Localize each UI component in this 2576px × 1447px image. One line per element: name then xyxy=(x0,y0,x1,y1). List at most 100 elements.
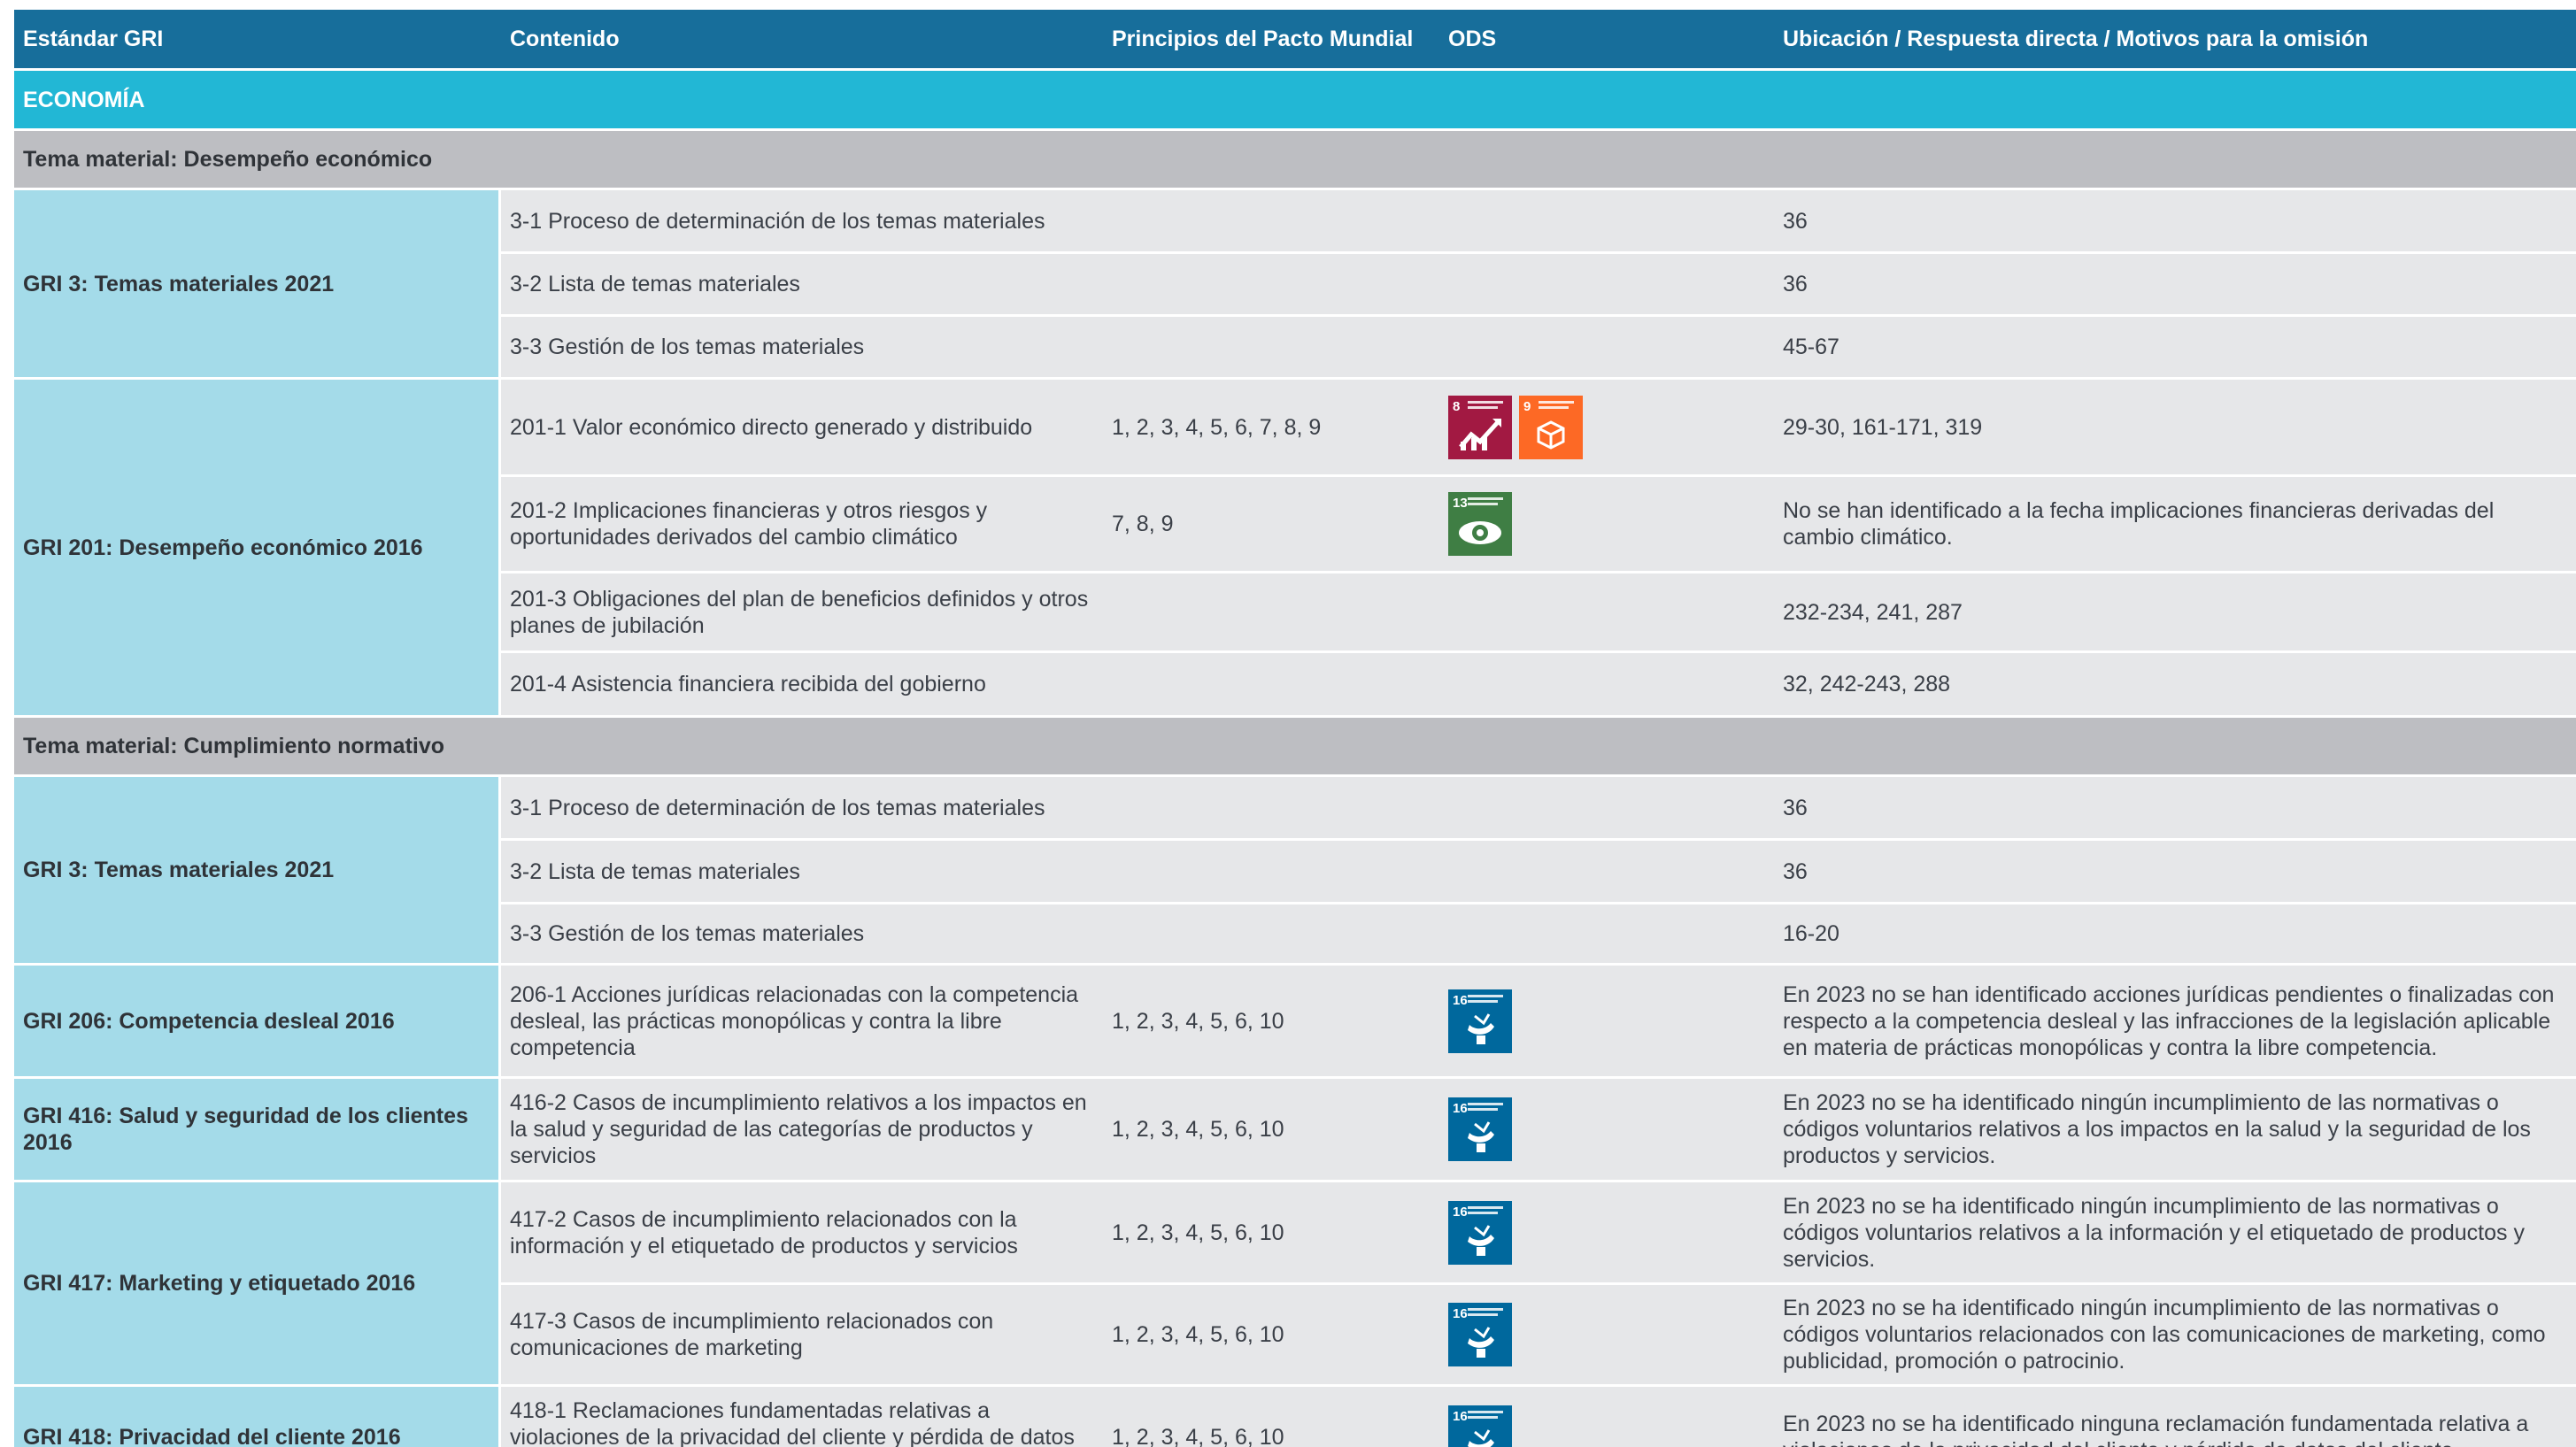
principles-cell: 1, 2, 3, 4, 5, 6, 10 xyxy=(1103,1182,1439,1285)
sdg-icons: 89 xyxy=(1448,395,1765,459)
location-response-cell: 36 xyxy=(1774,254,2576,317)
principles-cell xyxy=(1103,317,1439,380)
content-cell: 206-1 Acciones jurídicas relacionadas co… xyxy=(501,966,1103,1079)
content-cell: 201-3 Obligaciones del plan de beneficio… xyxy=(501,573,1103,653)
sdg-cell xyxy=(1439,573,1774,653)
sdg-16-icon: 16 xyxy=(1448,989,1512,1053)
header-gri-standard: Estándar GRI xyxy=(14,10,501,71)
header-location-response: Ubicación / Respuesta directa / Motivos … xyxy=(1774,10,2576,71)
gri-standard-name: GRI 201: Desempeño económico 2016 xyxy=(14,380,501,718)
principles-cell: 1, 2, 3, 4, 5, 6, 10 xyxy=(1103,1387,1439,1447)
sdg-icons: 16 xyxy=(1448,1097,1765,1161)
location-response-cell: 16-20 xyxy=(1774,904,2576,966)
location-response-cell: En 2023 no se han identificado acciones … xyxy=(1774,966,2576,1079)
header-content: Contenido xyxy=(501,10,1103,71)
sdg-13-icon: 13 xyxy=(1448,492,1512,556)
svg-text:8: 8 xyxy=(1453,399,1460,414)
sdg-cell: 16 xyxy=(1439,1285,1774,1387)
location-response-cell: 232-234, 241, 287 xyxy=(1774,573,2576,653)
svg-text:9: 9 xyxy=(1523,399,1531,414)
sdg-16-icon: 16 xyxy=(1448,1303,1512,1366)
principles-cell xyxy=(1103,653,1439,718)
content-cell: 3-1 Proceso de determinación de los tema… xyxy=(501,190,1103,254)
sdg-cell xyxy=(1439,841,1774,904)
principles-cell xyxy=(1103,777,1439,841)
principles-cell xyxy=(1103,904,1439,966)
table-row: GRI 201: Desempeño económico 2016 201-1 V… xyxy=(14,380,2576,718)
location-response-cell: 45-67 xyxy=(1774,317,2576,380)
location-response-cell: 29-30, 161-171, 319 xyxy=(1774,380,2576,477)
content-cell: 3-3 Gestión de los temas materiales xyxy=(501,317,1103,380)
sdg-16-icon: 16 xyxy=(1448,1097,1512,1161)
sdg-icons: 16 xyxy=(1448,1200,1765,1265)
sdg-icons: 13 xyxy=(1448,492,1765,556)
material-topic-title: Tema material: Desempeño económico xyxy=(14,131,2576,190)
content-cell: 201-4 Asistencia financiera recibida del… xyxy=(501,653,1103,718)
content-cell: 418-1 Reclamaciones fundamentadas relati… xyxy=(501,1387,1103,1447)
principles-cell: 1, 2, 3, 4, 5, 6, 10 xyxy=(1103,1285,1439,1387)
gri-standard-name: GRI 418: Privacidad del cliente 2016 xyxy=(14,1387,501,1447)
principles-cell: 1, 2, 3, 4, 5, 6, 10 xyxy=(1103,1079,1439,1182)
svg-text:16: 16 xyxy=(1453,993,1468,1008)
content-cell: 3-1 Proceso de determinación de los tema… xyxy=(501,777,1103,841)
gri-content-index-table: Estándar GRI Contenido Principios del Pa… xyxy=(14,10,2576,1447)
header-row: Estándar GRI Contenido Principios del Pa… xyxy=(14,10,2576,71)
sdg-cell xyxy=(1439,254,1774,317)
sdg-cell: 16 xyxy=(1439,966,1774,1079)
sdg-icons: 16 xyxy=(1448,989,1765,1053)
svg-text:16: 16 xyxy=(1453,1205,1468,1220)
sdg-cell: 16 xyxy=(1439,1079,1774,1182)
sdg-cell xyxy=(1439,317,1774,380)
location-response-cell: 36 xyxy=(1774,190,2576,254)
location-response-cell: No se han identificado a la fecha implic… xyxy=(1774,477,2576,573)
sdg-cell xyxy=(1439,904,1774,966)
content-cell: 3-2 Lista de temas materiales xyxy=(501,841,1103,904)
principles-cell: 1, 2, 3, 4, 5, 6, 7, 8, 9 xyxy=(1103,380,1439,477)
sdg-cell xyxy=(1439,190,1774,254)
sdg-cell: 16 xyxy=(1439,1387,1774,1447)
content-cell: 417-2 Casos de incumplimiento relacionad… xyxy=(501,1182,1103,1285)
sdg-9-icon: 9 xyxy=(1519,395,1583,459)
principles-cell xyxy=(1103,841,1439,904)
table-row: GRI 206: Competencia desleal 2016 206-1 A… xyxy=(14,966,2576,1079)
principles-cell xyxy=(1103,573,1439,653)
gri-standard-name: GRI 3: Temas materiales 2021 xyxy=(14,777,501,966)
sdg-cell: 16 xyxy=(1439,1182,1774,1285)
svg-text:16: 16 xyxy=(1453,1306,1468,1321)
material-topic-title: Tema material: Cumplimiento normativo xyxy=(14,718,2576,777)
location-response-cell: 36 xyxy=(1774,841,2576,904)
content-cell: 201-2 Implicaciones financieras y otros … xyxy=(501,477,1103,573)
sdg-16-icon: 16 xyxy=(1448,1405,1512,1447)
table-body: ECONOMÍA Tema material: Desempeño económ… xyxy=(14,71,2576,1447)
sdg-cell: 89 xyxy=(1439,380,1774,477)
content-cell: 417-3 Casos de incumplimiento relacionad… xyxy=(501,1285,1103,1387)
table-row: GRI 417: Marketing y etiquetado 2016 417-… xyxy=(14,1182,2576,1387)
principles-cell: 1, 2, 3, 4, 5, 6, 10 xyxy=(1103,966,1439,1079)
material-topic-row: Tema material: Desempeño económico xyxy=(14,131,2576,190)
sdg-cell xyxy=(1439,653,1774,718)
principles-cell xyxy=(1103,254,1439,317)
table-row: GRI 3: Temas materiales 2021 3-1 Proceso … xyxy=(14,190,2576,380)
content-cell: 3-2 Lista de temas materiales xyxy=(501,254,1103,317)
gri-standard-name: GRI 416: Salud y seguridad de los client… xyxy=(14,1079,501,1182)
table-row: GRI 418: Privacidad del cliente 2016 418-… xyxy=(14,1387,2576,1447)
principles-cell xyxy=(1103,190,1439,254)
sdg-icons: 16 xyxy=(1448,1405,1765,1447)
gri-standard-name: GRI 206: Competencia desleal 2016 xyxy=(14,966,501,1079)
sdg-8-icon: 8 xyxy=(1448,395,1512,459)
table-row: GRI 416: Salud y seguridad de los client… xyxy=(14,1079,2576,1182)
svg-text:13: 13 xyxy=(1453,496,1468,511)
content-cell: 416-2 Casos de incumplimiento relativos … xyxy=(501,1079,1103,1182)
sdg-icons: 16 xyxy=(1448,1303,1765,1366)
table-header: Estándar GRI Contenido Principios del Pa… xyxy=(14,10,2576,71)
location-response-cell: En 2023 no se ha identificado ninguna re… xyxy=(1774,1387,2576,1447)
location-response-cell: En 2023 no se ha identificado ningún inc… xyxy=(1774,1285,2576,1387)
table-row: GRI 3: Temas materiales 2021 3-1 Proceso … xyxy=(14,777,2576,966)
location-response-cell: En 2023 no se ha identificado ningún inc… xyxy=(1774,1182,2576,1285)
sdg-cell xyxy=(1439,777,1774,841)
principles-cell: 7, 8, 9 xyxy=(1103,477,1439,573)
content-cell: 3-3 Gestión de los temas materiales xyxy=(501,904,1103,966)
gri-standard-name: GRI 417: Marketing y etiquetado 2016 xyxy=(14,1182,501,1387)
header-sdg: ODS xyxy=(1439,10,1774,71)
svg-text:16: 16 xyxy=(1453,1101,1468,1116)
